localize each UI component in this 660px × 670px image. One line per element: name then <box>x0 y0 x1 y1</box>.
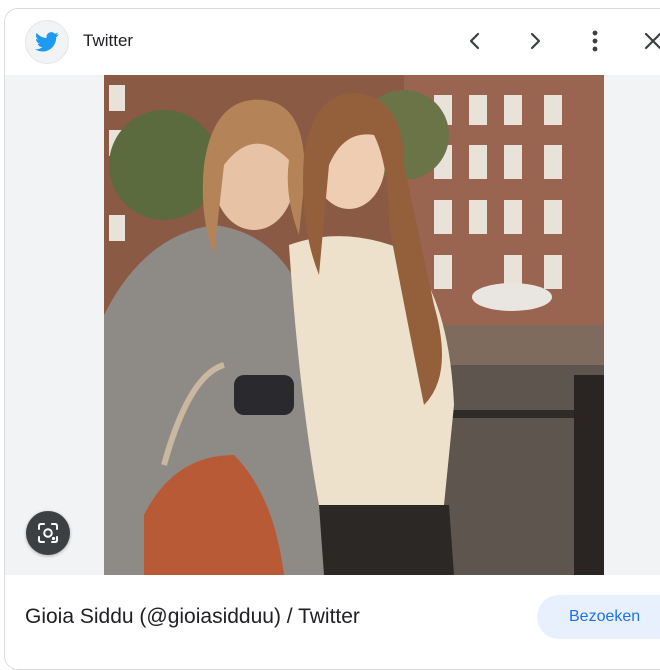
preview-header: Twitter <box>5 9 660 75</box>
source-title[interactable]: Twitter <box>83 31 133 51</box>
close-icon[interactable] <box>637 25 660 57</box>
more-vert-icon[interactable] <box>579 25 611 57</box>
image-preview-panel: Twitter Gioia Siddu (@gioiasidduu) / Twi… <box>4 8 660 670</box>
chevron-right-icon[interactable] <box>519 25 551 57</box>
chevron-left-icon[interactable] <box>459 25 491 57</box>
result-title-link[interactable]: Gioia Siddu (@gioiasidduu) / Twitter <box>25 605 360 629</box>
google-lens-icon[interactable] <box>26 511 70 555</box>
result-footer: Gioia Siddu (@gioiasidduu) / Twitter Bez… <box>5 575 660 669</box>
visit-button[interactable]: Bezoeken <box>537 595 660 639</box>
twitter-bird-icon[interactable] <box>25 20 69 64</box>
image-area <box>5 75 660 575</box>
preview-photo[interactable] <box>104 75 604 575</box>
